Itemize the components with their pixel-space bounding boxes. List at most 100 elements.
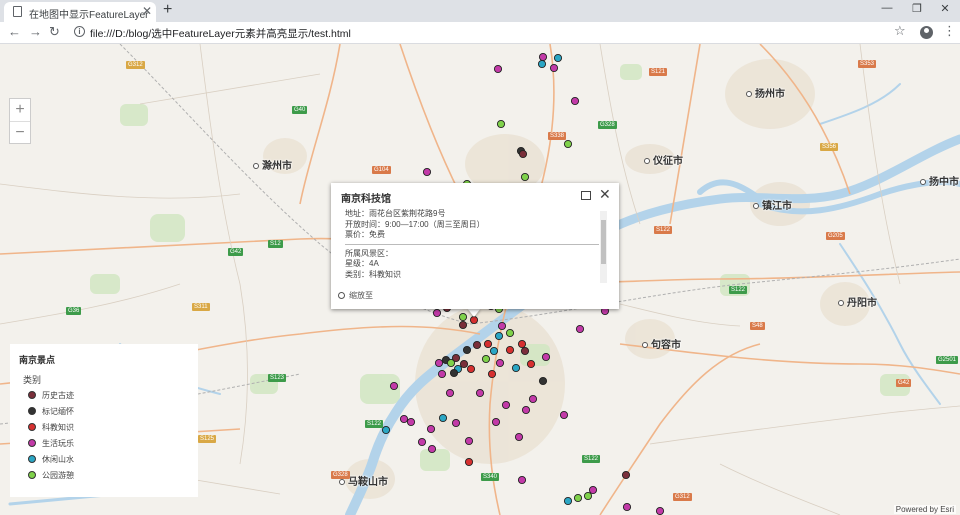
feature-point[interactable]	[505, 345, 515, 355]
new-tab-icon[interactable]: +	[163, 1, 172, 19]
dock-icon[interactable]	[581, 191, 591, 200]
address-bar[interactable]: i file:///D:/blog/选中FeatureLayer元素并高亮显示/…	[72, 23, 922, 42]
feature-point[interactable]	[459, 359, 469, 369]
feature-point[interactable]	[495, 358, 505, 368]
feature-point[interactable]	[389, 381, 399, 391]
feature-point[interactable]	[458, 320, 468, 330]
feature-point[interactable]	[481, 354, 491, 364]
legend-swatch	[28, 391, 36, 399]
feature-point[interactable]	[494, 331, 504, 341]
menu-icon[interactable]: ⋮	[943, 24, 956, 37]
feature-point[interactable]	[464, 436, 474, 446]
feature-point[interactable]	[449, 368, 459, 378]
feature-point[interactable]	[521, 405, 531, 415]
attribution[interactable]: Powered by Esri	[893, 505, 956, 514]
feature-point[interactable]	[422, 167, 432, 177]
profile-icon[interactable]	[920, 26, 933, 39]
feature-point[interactable]	[538, 52, 548, 62]
zoom-in-button[interactable]: +	[10, 99, 30, 121]
feature-point[interactable]	[446, 358, 456, 368]
feature-point[interactable]	[563, 139, 573, 149]
zoom-out-button[interactable]: −	[10, 121, 30, 143]
window-close-icon[interactable]: ✕	[930, 2, 960, 15]
feature-point[interactable]	[583, 491, 593, 501]
popup-row: 票价：免费	[345, 230, 385, 239]
feature-point[interactable]	[417, 437, 427, 447]
feature-point[interactable]	[426, 424, 436, 434]
feature-point[interactable]	[438, 413, 448, 423]
feature-point[interactable]	[458, 312, 468, 322]
restore-icon[interactable]: ❐	[902, 2, 932, 15]
feature-point[interactable]	[464, 457, 474, 467]
feature-point[interactable]	[381, 425, 391, 435]
feature-point[interactable]	[497, 321, 507, 331]
feature-point[interactable]	[493, 64, 503, 74]
road-shield: G40	[292, 106, 308, 114]
zoom-to-button[interactable]: 缩放至	[338, 290, 373, 301]
feature-point[interactable]	[475, 388, 485, 398]
road-shield: S311	[192, 303, 210, 311]
feature-point[interactable]	[520, 346, 530, 356]
popup-row: 星级：4A	[345, 259, 379, 268]
feature-point[interactable]	[487, 369, 497, 379]
feature-point[interactable]	[518, 149, 528, 159]
feature-point[interactable]	[501, 400, 511, 410]
feature-point[interactable]	[655, 506, 665, 515]
feature-point[interactable]	[505, 328, 515, 338]
popup-scrollbar[interactable]	[600, 211, 607, 283]
feature-point[interactable]	[489, 346, 499, 356]
feature-point[interactable]	[541, 352, 551, 362]
feature-point[interactable]	[399, 414, 409, 424]
feature-point[interactable]	[520, 172, 530, 182]
feature-point[interactable]	[437, 369, 447, 379]
feature-point[interactable]	[483, 339, 493, 349]
road-shield: S353	[858, 60, 877, 68]
info-icon[interactable]: i	[74, 26, 85, 37]
feature-point[interactable]	[406, 417, 416, 427]
tab-bar: 在地图中显示FeatureLayer ✕ + — ❐ ✕	[0, 0, 960, 22]
feature-point[interactable]	[451, 418, 461, 428]
feature-point[interactable]	[511, 363, 521, 373]
feature-point[interactable]	[549, 63, 559, 73]
reload-icon[interactable]: ↻	[49, 24, 60, 40]
feature-point[interactable]	[526, 359, 536, 369]
feature-point[interactable]	[517, 339, 527, 349]
feature-point[interactable]	[575, 324, 585, 334]
feature-point[interactable]	[538, 376, 548, 386]
feature-point[interactable]	[622, 502, 632, 512]
feature-point[interactable]	[462, 345, 472, 355]
feature-point[interactable]	[496, 119, 506, 129]
feature-point[interactable]	[517, 475, 527, 485]
feature-point[interactable]	[514, 432, 524, 442]
feature-point[interactable]	[537, 59, 547, 69]
city-label: 扬中市	[920, 173, 959, 188]
feature-point[interactable]	[466, 364, 476, 374]
feature-point[interactable]	[570, 96, 580, 106]
feature-point[interactable]	[588, 485, 598, 495]
feature-point[interactable]	[528, 394, 538, 404]
back-icon[interactable]: ←	[8, 24, 21, 39]
feature-point[interactable]	[472, 340, 482, 350]
tab-active[interactable]: 在地图中显示FeatureLayer ✕	[4, 2, 156, 22]
url-text[interactable]: file:///D:/blog/选中FeatureLayer元素并高亮显示/te…	[90, 26, 351, 41]
feature-point[interactable]	[434, 358, 444, 368]
popup-title: 南京科技馆	[341, 194, 391, 205]
feature-point[interactable]	[573, 493, 583, 503]
tab-close-icon[interactable]: ✕	[142, 4, 152, 18]
forward-icon[interactable]: →	[29, 24, 42, 39]
road-shield: S122	[365, 420, 384, 428]
feature-point[interactable]	[621, 470, 631, 480]
feature-point[interactable]	[469, 315, 479, 325]
tab-title: 在地图中显示FeatureLayer	[29, 10, 149, 21]
road-shield: G312	[126, 61, 145, 69]
feature-point[interactable]	[445, 388, 455, 398]
bookmark-star-icon[interactable]: ☆	[894, 23, 906, 39]
feature-point[interactable]	[559, 410, 569, 420]
feature-point[interactable]	[491, 417, 501, 427]
minimize-icon[interactable]: —	[872, 2, 902, 14]
feature-point[interactable]	[553, 53, 563, 63]
feature-point[interactable]	[432, 308, 442, 318]
feature-point[interactable]	[427, 444, 437, 454]
feature-point[interactable]	[563, 496, 573, 506]
close-icon[interactable]: ✕	[599, 186, 611, 203]
